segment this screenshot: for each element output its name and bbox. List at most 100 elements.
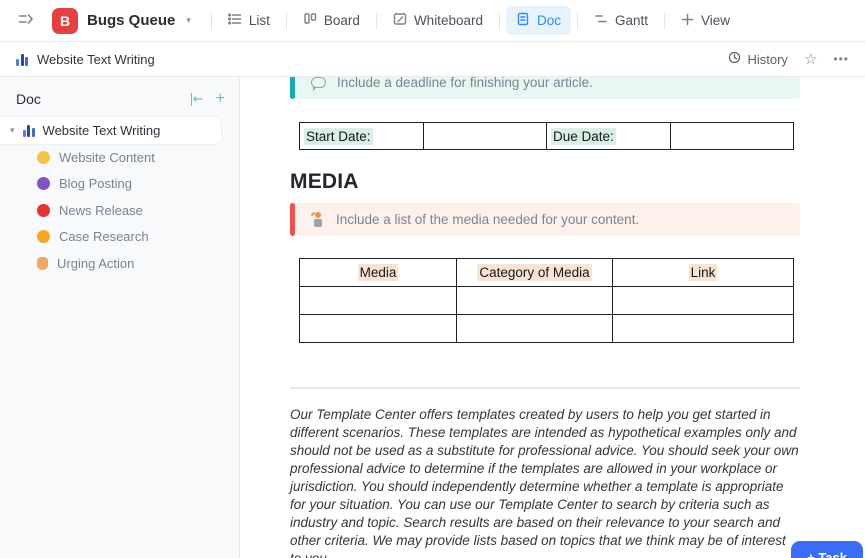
tab-divider xyxy=(664,12,665,30)
media-header-label: Media xyxy=(358,264,399,281)
add-view-label: View xyxy=(701,13,730,28)
table-row: Start Date: Due Date: xyxy=(300,123,794,150)
deadline-callout-text: Include a deadline for finishing your ar… xyxy=(337,77,593,90)
plus-icon xyxy=(681,13,694,29)
chevron-down-icon[interactable]: ▾ xyxy=(10,126,15,136)
whiteboard-icon xyxy=(393,12,407,29)
callout-accent-bar xyxy=(290,77,295,99)
title-bar-actions: History ☆ ••• xyxy=(728,50,849,68)
tab-divider xyxy=(211,12,212,30)
link-header-label: Link xyxy=(689,264,718,281)
app-window: B Bugs Queue ▾ List Board xyxy=(0,0,865,558)
history-label: History xyxy=(747,52,787,67)
space-switcher[interactable]: B Bugs Queue ▾ xyxy=(52,8,191,34)
sidebar-item-label: Case Research xyxy=(59,229,149,244)
date-table: Start Date: Due Date: xyxy=(299,122,794,150)
doc-title-bar: Website Text Writing History ☆ ••• xyxy=(0,42,865,77)
tab-gantt-label: Gantt xyxy=(615,13,648,28)
tab-board-label: Board xyxy=(324,13,360,28)
start-date-value-cell[interactable] xyxy=(423,123,547,150)
media-heading: MEDIA xyxy=(290,170,800,194)
collapse-sidebar-button[interactable]: ← xyxy=(191,93,204,106)
bar-chart-icon xyxy=(16,53,28,66)
add-task-button[interactable]: + Task xyxy=(791,541,863,558)
more-options-button[interactable]: ••• xyxy=(833,52,849,66)
space-logo: B xyxy=(52,8,78,34)
juggler-emoji-icon xyxy=(311,212,325,227)
top-bar: B Bugs Queue ▾ List Board xyxy=(0,0,865,42)
cat-face-emoji-icon xyxy=(37,151,50,164)
doc-page: Include a deadline for finishing your ar… xyxy=(290,77,800,558)
callout-accent-bar xyxy=(290,203,295,236)
tab-divider xyxy=(286,12,287,30)
tab-divider xyxy=(499,12,500,30)
sidebar-header: Doc ← + xyxy=(0,87,239,117)
sidebar-item-label: Blog Posting xyxy=(59,176,132,191)
due-date-label: Due Date: xyxy=(551,128,616,145)
tab-gantt[interactable]: Gantt xyxy=(584,6,658,35)
category-header-cell[interactable]: Category of Media xyxy=(457,259,613,287)
empty-cell[interactable] xyxy=(457,315,613,343)
sidebar-item-website-text-writing[interactable]: ▾ Website Text Writing xyxy=(0,117,221,144)
empty-cell[interactable] xyxy=(613,315,794,343)
doc-sidebar: Doc ← + ▾ Website Text Writing Website C… xyxy=(0,77,240,558)
category-header-label: Category of Media xyxy=(477,264,591,281)
media-table: Media Category of Media Link xyxy=(299,258,794,343)
empty-cell[interactable] xyxy=(300,315,457,343)
deadline-callout: Include a deadline for finishing your ar… xyxy=(290,77,800,99)
gantt-icon xyxy=(594,12,608,29)
media-callout: Include a list of the media needed for y… xyxy=(290,203,800,236)
due-date-value-cell[interactable] xyxy=(670,123,794,150)
purple-face-emoji-icon xyxy=(37,177,50,190)
doc-icon xyxy=(516,12,530,29)
start-date-cell[interactable]: Start Date: xyxy=(300,123,424,150)
favorite-star-button[interactable]: ☆ xyxy=(804,50,817,68)
tab-board[interactable]: Board xyxy=(293,6,370,35)
empty-cell[interactable] xyxy=(457,287,613,315)
tab-divider xyxy=(376,12,377,30)
due-date-cell[interactable]: Due Date: xyxy=(547,123,671,150)
sidebar-expand-icon xyxy=(17,10,35,31)
sidebar-item-label: News Release xyxy=(59,203,143,218)
bar-chart-icon xyxy=(23,124,35,137)
template-disclaimer-text: Our Template Center offers templates cre… xyxy=(290,406,800,558)
link-header-cell[interactable]: Link xyxy=(613,259,794,287)
table-row xyxy=(300,315,794,343)
list-icon xyxy=(228,12,242,29)
sidebar-item-urging-action[interactable]: Urging Action xyxy=(0,250,239,277)
sidebar-item-case-research[interactable]: Case Research xyxy=(0,224,239,251)
tab-whiteboard[interactable]: Whiteboard xyxy=(383,6,493,35)
add-page-button[interactable]: + xyxy=(216,91,225,107)
sidebar-item-label: Urging Action xyxy=(57,256,134,271)
doc-title: Website Text Writing xyxy=(37,52,155,67)
history-button[interactable]: History xyxy=(728,51,787,67)
space-name: Bugs Queue xyxy=(87,12,175,29)
sidebar-item-news-release[interactable]: News Release xyxy=(0,197,239,224)
sidebar-header-actions: ← + xyxy=(191,91,225,107)
sidebar-item-label: Website Text Writing xyxy=(43,123,161,138)
sidebar-item-website-content[interactable]: Website Content xyxy=(0,144,239,171)
tab-divider xyxy=(577,12,578,30)
chevron-down-icon: ▾ xyxy=(186,16,191,26)
tab-list-label: List xyxy=(249,13,270,28)
media-header-cell[interactable]: Media xyxy=(300,259,457,287)
table-header-row: Media Category of Media Link xyxy=(300,259,794,287)
start-date-label: Start Date: xyxy=(304,128,373,145)
board-icon xyxy=(303,12,317,29)
doc-content-pane: Include a deadline for finishing your ar… xyxy=(241,77,865,558)
sidebar-item-label: Website Content xyxy=(59,150,155,165)
horizontal-divider xyxy=(290,387,800,389)
add-view-button[interactable]: View xyxy=(671,7,740,35)
empty-cell[interactable] xyxy=(300,287,457,315)
table-row xyxy=(300,287,794,315)
empty-cell[interactable] xyxy=(613,287,794,315)
sidebar-header-title: Doc xyxy=(16,91,41,107)
hand-horns-emoji-icon xyxy=(37,257,48,270)
red-apple-emoji-icon xyxy=(37,204,50,217)
tab-list[interactable]: List xyxy=(218,6,280,35)
sidebar-expand-button[interactable] xyxy=(12,7,40,35)
tab-doc[interactable]: Doc xyxy=(506,6,571,35)
sidebar-item-blog-posting[interactable]: Blog Posting xyxy=(0,171,239,198)
tab-doc-label: Doc xyxy=(537,13,561,28)
clock-icon xyxy=(728,51,741,67)
